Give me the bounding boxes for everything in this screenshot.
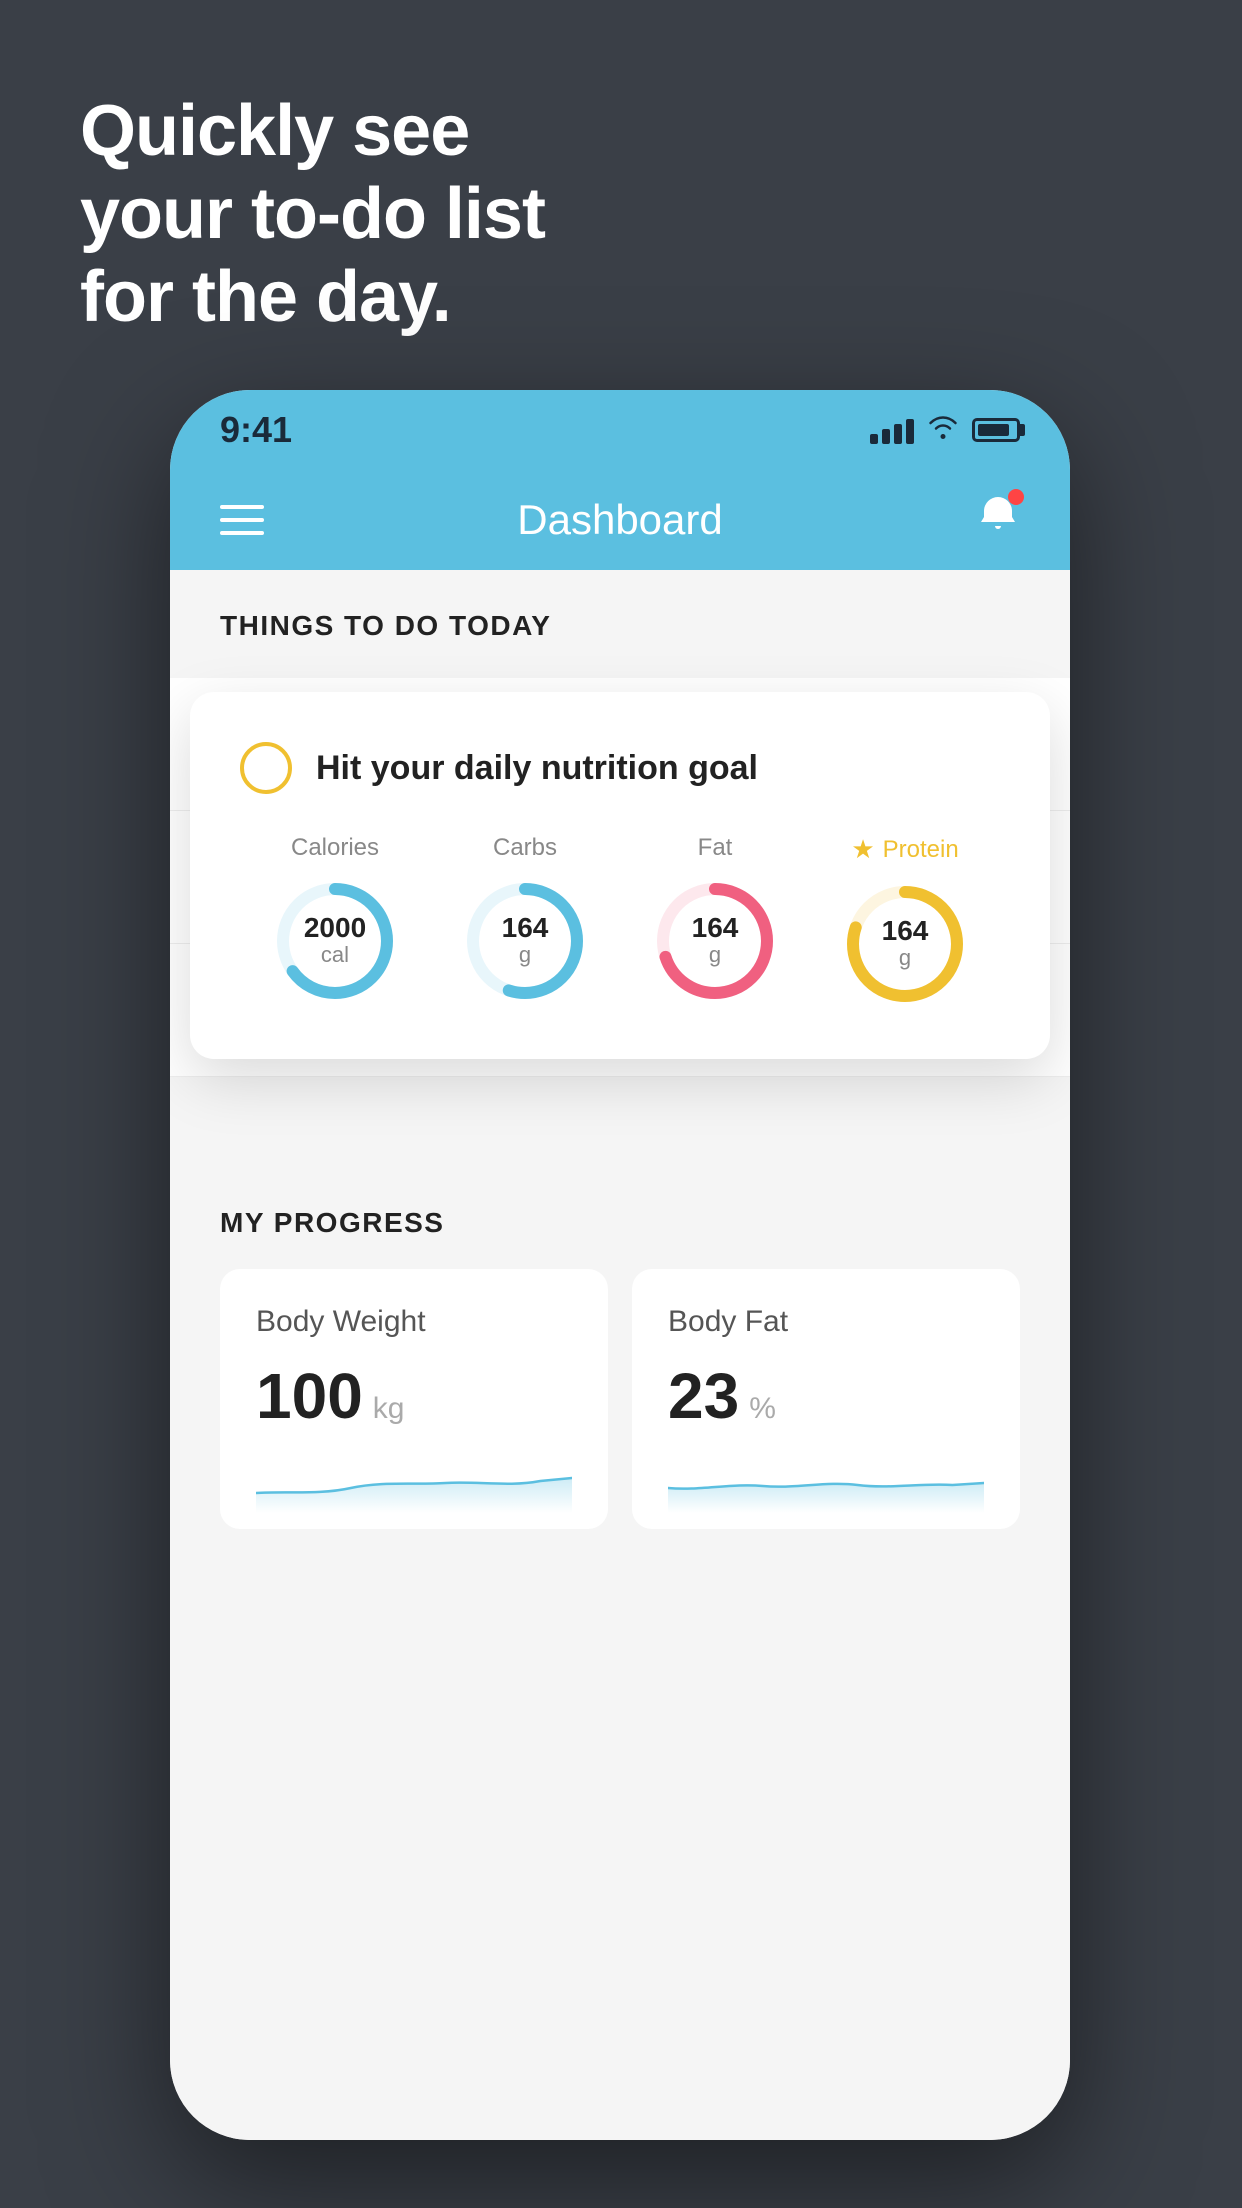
carbs-donut: 164 g (460, 876, 590, 1006)
body-fat-label: Body Fat (668, 1305, 984, 1339)
body-weight-value: 100 (256, 1359, 363, 1433)
calories-label: Calories (291, 834, 379, 862)
nutrition-carbs: Carbs 164 g (460, 834, 590, 1006)
wifi-icon (926, 414, 960, 447)
protein-donut: 164 g (840, 879, 970, 1009)
nutrition-fat: Fat 164 g (650, 834, 780, 1006)
nutrition-protein: ★ Protein 164 g (840, 834, 970, 1009)
progress-cards: Body Weight 100 kg (220, 1269, 1020, 1529)
hero-text: Quickly see your to-do list for the day. (80, 90, 545, 338)
nutrition-checkbox[interactable] (240, 742, 292, 794)
body-fat-card: Body Fat 23 % (632, 1269, 1020, 1529)
calories-unit: cal (304, 942, 366, 968)
status-time: 9:41 (220, 409, 292, 451)
fat-unit: g (692, 942, 739, 968)
nav-title: Dashboard (517, 496, 722, 544)
status-bar: 9:41 (170, 390, 1070, 470)
notification-dot (1008, 489, 1024, 505)
nutrition-card-title: Hit your daily nutrition goal (316, 749, 758, 788)
body-weight-chart (256, 1453, 572, 1513)
carbs-unit: g (502, 942, 549, 968)
protein-value: 164 (882, 917, 929, 945)
menu-button[interactable] (220, 505, 264, 535)
bell-icon[interactable] (976, 493, 1020, 547)
protein-label: ★ Protein (851, 834, 958, 865)
main-content: THINGS TO DO TODAY Hit your daily nutrit… (170, 570, 1070, 2140)
body-weight-label: Body Weight (256, 1305, 572, 1339)
protein-unit: g (882, 945, 929, 971)
fat-donut: 164 g (650, 876, 780, 1006)
progress-title: MY PROGRESS (220, 1207, 444, 1238)
body-weight-unit: kg (373, 1392, 405, 1426)
things-section: THINGS TO DO TODAY (170, 570, 1070, 662)
things-title: THINGS TO DO TODAY (220, 610, 551, 641)
carbs-label: Carbs (493, 834, 557, 862)
fat-value: 164 (692, 914, 739, 942)
body-fat-unit: % (749, 1392, 776, 1426)
nav-bar: Dashboard (170, 470, 1070, 570)
star-icon: ★ (851, 834, 874, 865)
nutrition-calories: Calories 2000 cal (270, 834, 400, 1006)
body-fat-value: 23 (668, 1359, 739, 1433)
body-weight-card: Body Weight 100 kg (220, 1269, 608, 1529)
battery-icon (972, 418, 1020, 442)
nutrition-card: Hit your daily nutrition goal Calories (190, 692, 1050, 1059)
spacer (170, 1077, 1070, 1157)
fat-label: Fat (698, 834, 733, 862)
carbs-value: 164 (502, 914, 549, 942)
body-fat-chart (668, 1453, 984, 1513)
progress-section: MY PROGRESS Body Weight 100 kg (170, 1157, 1070, 1559)
calories-value: 2000 (304, 914, 366, 942)
calories-donut: 2000 cal (270, 876, 400, 1006)
phone-mockup: 9:41 (170, 390, 1070, 2140)
status-icons (870, 414, 1020, 447)
signal-icon (870, 416, 914, 444)
nutrition-circles: Calories 2000 cal (240, 834, 1000, 1009)
